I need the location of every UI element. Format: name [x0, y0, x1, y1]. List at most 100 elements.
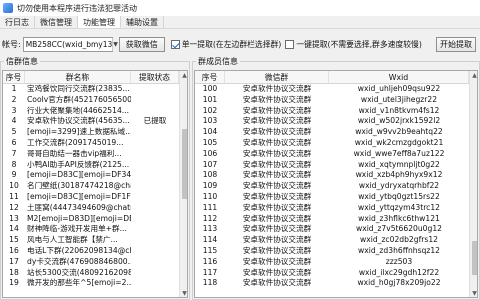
table-row[interactable]: 15 风电与人工智能群【禁广...	[3, 235, 187, 246]
group-table-body: 1 宝鸡餐饮同行交流群(23835... 2 Coolv官方群(45217605650…	[3, 84, 187, 289]
group-cell: 安卓软件协议交流群	[242, 278, 312, 288]
column-header-status[interactable]: 提取状态	[131, 71, 179, 83]
wxid-cell: wxid_v1n8tkvm4fs12	[358, 105, 440, 115]
table-row[interactable]: 107 安卓软件协议交流群 wxid_xqtymnpljt0g22	[195, 160, 477, 171]
row-number: 117	[202, 267, 218, 277]
row-number: 1	[11, 84, 17, 93]
table-row[interactable]: 2 Coolv官方群(452176056500...	[3, 95, 187, 106]
checkbox-checked-icon[interactable]	[170, 39, 180, 49]
table-row[interactable]: 104 安卓软件协议交流群 wxid_w9vv2b9eahtq22	[195, 127, 477, 138]
row-number: 3	[11, 105, 17, 115]
column-header-no[interactable]: 序号	[3, 71, 25, 83]
table-row[interactable]: 100 安卓软件协议交流群 wxid_uhljeh09qsu922	[195, 84, 477, 95]
wxid-cell: wxid_yttqzym43trc12	[357, 202, 440, 212]
table-row[interactable]: 14 财神降临-游戏开发用单+群...	[3, 224, 187, 235]
table-row[interactable]: 11 [emoji=D83C][emoji=DF1F]...	[3, 192, 187, 203]
group-name-cell: [emoji=D83C][emoji=DF1F]...	[27, 191, 131, 201]
row-number: 9	[11, 170, 17, 180]
account-select[interactable]: MB258CC(wxid_bmy13 ▼	[22, 36, 118, 52]
table-row[interactable]: 7 哥哥自助结一器击vip福利...	[3, 149, 187, 160]
table-row[interactable]: 4 安卓软件协议交流群(45635... 已提取	[3, 116, 187, 127]
start-extract-button[interactable]: 开始提取	[436, 36, 476, 52]
group-cell: 安卓软件协议交流群	[242, 159, 312, 169]
status-cell	[131, 149, 179, 160]
scroll-up-icon[interactable]: ▲	[180, 71, 187, 81]
table-row[interactable]: 18 站长5300交流(48092162098...	[3, 268, 187, 279]
table-row[interactable]: 17 dy卡交流群(476908846800...	[3, 257, 187, 268]
table-row[interactable]: 3 行业大佬聚集地(44662514...	[3, 106, 187, 117]
checkbox-unchecked-icon[interactable]	[285, 39, 295, 49]
status-cell	[131, 138, 179, 149]
wxid-cell: zzz503	[385, 256, 413, 266]
table-row[interactable]: 118 安卓软件协议交流群 wxid_h0gj78x209jo22	[195, 278, 477, 289]
table-row[interactable]: 12 土匪窝(44473494609@chatr...	[3, 203, 187, 214]
tab-function-manage[interactable]: 功能管理	[78, 16, 121, 28]
table-row[interactable]: 5 [emoji=3299]速上数据私域...	[3, 127, 187, 138]
status-cell	[131, 278, 179, 289]
row-number: 112	[202, 213, 218, 223]
single-extract-option[interactable]: 单一提取(在左边群栏选择群)	[170, 39, 281, 50]
table-row[interactable]: 6 工作交流群(2091745019...	[3, 138, 187, 149]
tab-wechat-manage[interactable]: 微信管理	[35, 16, 78, 28]
table-row[interactable]: 1 宝鸡餐饮同行交流群(23835...	[3, 84, 187, 95]
scroll-down-icon[interactable]: ▼	[470, 289, 477, 297]
group-name-cell: 风电与人工智能群【禁广...	[27, 235, 118, 245]
row-number: 11	[9, 191, 19, 201]
group-name-cell: 名门壁纸(30187474218@cha...	[27, 181, 131, 191]
table-row[interactable]: 112 安卓软件协议交流群 wxid_z3hflkc6thw121	[195, 214, 477, 225]
tab-log[interactable]: 行日志	[0, 16, 35, 28]
table-row[interactable]: 101 安卓软件协议交流群 wxid_utel3jihegzr22	[195, 95, 477, 106]
group-name-cell: 小鸭AI助手API反馈群(2125...	[27, 159, 130, 169]
group-cell: 安卓软件协议交流群	[242, 256, 312, 266]
left-panel-title: 信群信息	[4, 56, 40, 67]
table-row[interactable]: 110 安卓软件协议交流群 wxid_ytbq0gzt15rs22	[195, 192, 477, 203]
group-list-table[interactable]: 序号 群名称 提取状态 1 宝鸡餐饮同行交流群(23835... 2 Coolv官方群…	[2, 70, 188, 298]
table-row[interactable]: 16 电话L下群(22062098134@chat...	[3, 246, 187, 257]
row-number: 8	[11, 159, 17, 169]
status-cell	[131, 257, 179, 268]
table-row[interactable]: 102 安卓软件协议交流群 wxid_v1n8tkvm4fs12	[195, 106, 477, 117]
table-row[interactable]: 117 安卓软件协议交流群 wxid_ilxc29gdh12f22	[195, 268, 477, 279]
table-row[interactable]: 108 安卓软件协议交流群 wxid_xzb4ph9hyx9x12	[195, 170, 477, 181]
table-row[interactable]: 8 小鸭AI助手API反馈群(2125...	[3, 160, 187, 171]
account-label: 帐号:	[2, 39, 21, 49]
table-row[interactable]: 9 [emoji=D83C][emoji=DF34]...	[3, 170, 187, 181]
scrollbar-thumb[interactable]	[182, 129, 187, 199]
table-row[interactable]: 106 安卓软件协议交流群 wxid_wwe7eff8a7uz122	[195, 149, 477, 160]
bulk-extract-option[interactable]: 一键提取(不需要选择,群多速度较慢)	[285, 39, 422, 50]
row-number: 14	[9, 224, 19, 234]
get-wechat-button[interactable]: 获取微信	[118, 36, 165, 52]
chevron-down-icon[interactable]: ▼	[112, 37, 118, 51]
table-row[interactable]: 109 安卓软件协议交流群 wxid_ydryxatqrhbf22	[195, 181, 477, 192]
table-row[interactable]: 113 安卓软件协议交流群 wxid_z7v5t6620u0g12	[195, 224, 477, 235]
scroll-down-icon[interactable]: ▼	[180, 289, 187, 297]
wxid-cell: wxid_xqtymnpljt0g22	[358, 159, 440, 169]
group-list-scrollbar[interactable]: ▲ ▼	[179, 71, 187, 297]
table-row[interactable]: 13 M2[emoji=D83D][emoji=DE22]...	[3, 214, 187, 225]
scroll-up-icon[interactable]: ▲	[470, 71, 477, 81]
member-list-table[interactable]: 序号 微信群 Wxid 100 安卓软件协议交流群 wxid_uhljeh09qsu…	[194, 70, 478, 298]
table-row[interactable]: 10 名门壁纸(30187474218@cha...	[3, 181, 187, 192]
table-row[interactable]: 111 安卓软件协议交流群 wxid_yttqzym43trc12	[195, 203, 477, 214]
table-row[interactable]: 114 安卓软件协议交流群 wxid_zc02db2gfrs12	[195, 235, 477, 246]
member-list-scrollbar[interactable]: ▲ ▼	[469, 71, 477, 297]
table-row[interactable]: 19 微开发的那些年^5[emoji=2...	[3, 278, 187, 289]
scrollbar-thumb[interactable]	[472, 241, 477, 275]
table-row[interactable]: 103 安卓软件协议交流群 wxid_w502jrxk1592l2	[195, 116, 477, 127]
table-row[interactable]: 105 安卓软件协议交流群 wxid_wk2cmzgdgokt21	[195, 138, 477, 149]
group-cell: 安卓软件协议交流群	[242, 116, 312, 126]
tab-assist-settings[interactable]: 辅助设置	[121, 16, 164, 28]
table-row[interactable]: 116 安卓软件协议交流群 zzz503	[195, 257, 477, 268]
group-cell: 安卓软件协议交流群	[242, 245, 312, 255]
column-header-wxid[interactable]: Wxid	[329, 71, 469, 83]
table-row[interactable]: 115 安卓软件协议交流群 wxid_zd3h6ffnhsqz12	[195, 246, 477, 257]
group-cell: 安卓软件协议交流群	[242, 105, 312, 115]
right-panel-title: 群成员信息	[196, 56, 240, 67]
wxid-cell: wxid_ytbq0gzt15rs22	[358, 191, 440, 201]
group-name-cell: M2[emoji=D83D][emoji=DE22]...	[27, 213, 131, 223]
group-cell: 安卓软件协议交流群	[242, 127, 312, 137]
column-header-member-no[interactable]: 序号	[195, 71, 225, 83]
column-header-group-name[interactable]: 群名称	[25, 71, 131, 83]
column-header-wechat-group[interactable]: 微信群	[225, 71, 329, 83]
status-cell	[131, 235, 179, 246]
